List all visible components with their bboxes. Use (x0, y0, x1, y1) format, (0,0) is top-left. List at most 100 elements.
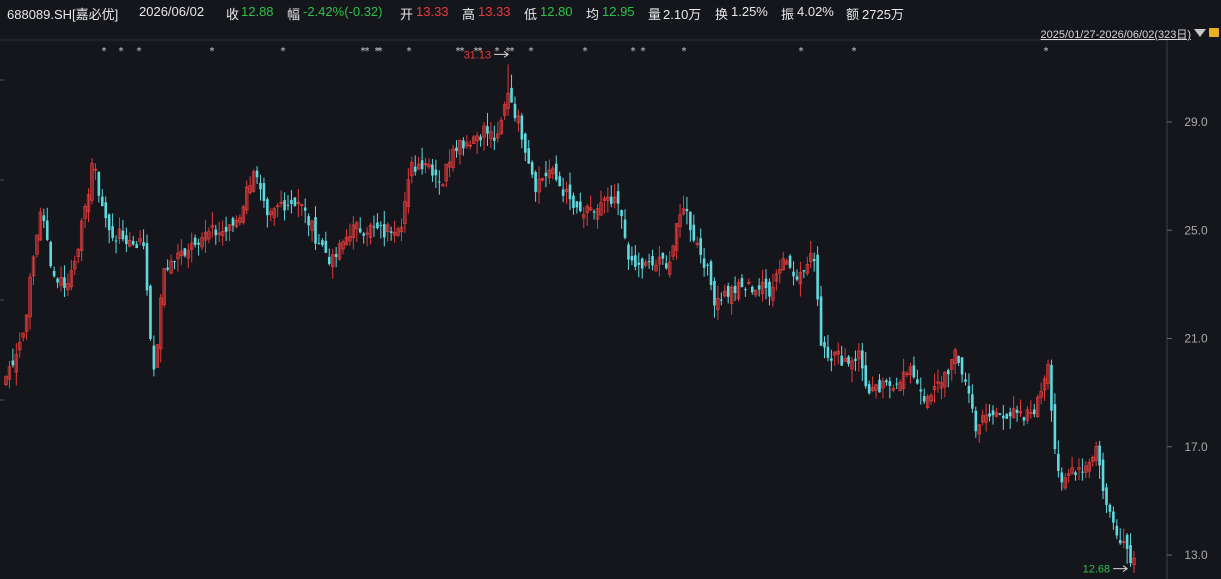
candle-body-down (946, 370, 950, 375)
candle-body-down (916, 379, 919, 384)
quote-date: 2026/06/02 (139, 4, 205, 19)
candle-body-down (888, 381, 892, 386)
candle-body-down (455, 147, 458, 152)
event-star-icon[interactable]: * (799, 46, 804, 57)
candle-body-down (1005, 414, 1009, 419)
change-value: -2.42%(-0.32) (303, 4, 383, 19)
candle-body-down (991, 410, 995, 416)
event-star-icon[interactable]: * (641, 46, 646, 57)
y-tick-label: 21.0 (1184, 332, 1208, 346)
event-star-icon[interactable]: * (378, 46, 383, 57)
stock-symbol[interactable]: 688089.SH[嘉必优] (7, 4, 118, 23)
low-label: 低 (524, 7, 538, 22)
event-star-icon[interactable]: * (102, 46, 107, 57)
candle-body-down (431, 164, 434, 176)
candle-body-down (111, 226, 114, 238)
candle-body-down (231, 218, 235, 226)
candle-body-down (49, 241, 53, 267)
candle-body-down (544, 172, 548, 177)
date-range-label[interactable]: 2025/01/27-2026/06/02(323日) (1041, 26, 1191, 42)
candle-body-down (1060, 472, 1064, 483)
candle-body-down (750, 286, 754, 293)
candle-body-down (634, 255, 637, 267)
event-star-icon[interactable]: * (495, 46, 500, 57)
candle-body-down (438, 181, 441, 183)
candle-body-down (912, 365, 916, 378)
turnover-value: 1.25% (731, 4, 768, 19)
event-star-icon[interactable]: * (631, 46, 636, 57)
candle-body-down (389, 231, 393, 233)
candle-body-down (1074, 472, 1077, 475)
candle-body-down (788, 255, 792, 268)
candle-body-down (627, 244, 630, 260)
candle-body-down (266, 199, 269, 216)
candle-body-down (713, 281, 716, 306)
candle (149, 284, 152, 341)
candle-body-down (523, 133, 527, 153)
candle-body-down (327, 256, 331, 264)
candle-body-down (413, 166, 417, 172)
event-star-icon[interactable]: * (137, 46, 142, 57)
candle-body-down (826, 346, 830, 358)
candle-body-down (637, 262, 641, 265)
candle-body-down (527, 148, 531, 164)
candle-body-down (317, 243, 321, 245)
candle-body-down (107, 214, 111, 231)
candle-body-down (56, 278, 59, 283)
candle (1036, 394, 1040, 419)
triangle-down-icon[interactable] (1194, 29, 1206, 37)
candle-body-down (135, 244, 138, 249)
candle-body-down (640, 258, 644, 269)
candle-body-down (1129, 545, 1132, 564)
open-value: 13.33 (416, 4, 449, 19)
candle-body-down (795, 276, 799, 280)
candle-body-down (733, 285, 737, 293)
candle (251, 169, 256, 193)
amplitude-value: 4.02% (797, 4, 834, 19)
average-label: 均 (586, 7, 600, 22)
y-tick-label: 13.0 (1184, 548, 1208, 562)
candle-body-down (131, 241, 135, 245)
candle-body-down (885, 380, 888, 383)
candle-body-down (125, 235, 128, 245)
candle (816, 246, 819, 306)
candle-body-down (255, 170, 259, 178)
candle-body-down (661, 252, 665, 259)
event-star-icon[interactable]: * (682, 46, 687, 57)
event-star-icon[interactable]: * (210, 46, 215, 57)
event-star-icon[interactable]: * (281, 46, 286, 57)
event-star-icon[interactable]: * (852, 46, 857, 57)
candle (162, 268, 166, 308)
y-tick-label: 17.0 (1184, 440, 1208, 454)
candle-body-down (149, 285, 152, 340)
candle-body-down (382, 224, 386, 238)
candle-body-down (861, 350, 864, 369)
candle-body-down (290, 199, 293, 204)
candle-body-down (957, 355, 960, 363)
candle-body-down (558, 176, 561, 187)
event-star-icon[interactable]: * (1044, 46, 1049, 57)
event-star-icon[interactable]: * (529, 46, 534, 57)
candle-body-down (726, 285, 730, 297)
candle-body-down (802, 270, 806, 272)
candle-body-down (283, 200, 286, 211)
lock-icon[interactable] (1209, 28, 1219, 37)
candle-body-down (630, 256, 634, 261)
candle-body-down (1105, 487, 1108, 505)
event-star-icon[interactable]: * (119, 46, 124, 57)
candle-body-down (121, 230, 125, 240)
event-star-icon[interactable]: * (407, 46, 412, 57)
candle-body-down (740, 277, 744, 288)
candle-body-down (97, 171, 101, 196)
y-tick-label: 29.0 (1184, 115, 1208, 129)
candle-body-down (1101, 459, 1105, 492)
close-value: 12.88 (241, 4, 274, 19)
candlestick-chart: * * * * * * * ** * * * * * * * * * * * * * * * * 31.1312.68 29.… (0, 0, 1221, 579)
event-star-icon[interactable]: * (365, 46, 370, 57)
candle (49, 240, 53, 269)
candle-body-down (379, 225, 383, 227)
candle-body-down (1032, 409, 1036, 415)
event-star-icon[interactable]: * (583, 46, 588, 57)
candle-body-down (358, 228, 362, 233)
event-star-icon[interactable]: * (510, 46, 515, 57)
